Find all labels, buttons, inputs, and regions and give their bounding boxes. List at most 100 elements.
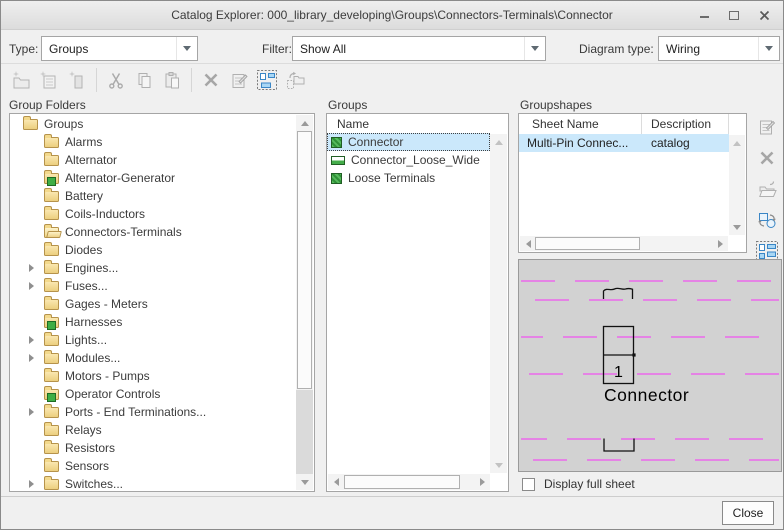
expander-icon[interactable] (29, 408, 34, 416)
scrollbar-thumb[interactable] (297, 131, 312, 389)
new-folder-icon (13, 71, 30, 89)
filter-label: Filter: (262, 42, 292, 56)
new-groupshape-button[interactable] (63, 67, 91, 93)
scroll-right-button[interactable] (474, 474, 490, 490)
scroll-down-button[interactable] (296, 474, 313, 490)
display-full-sheet-checkbox[interactable] (522, 477, 535, 491)
delete-icon (760, 151, 774, 165)
folder-badge-icon (44, 386, 59, 402)
display-groupshapes-toggle[interactable] (253, 67, 281, 93)
tree-item-alternator[interactable]: Alternator (10, 151, 296, 169)
column-header-description[interactable]: Description (642, 114, 729, 134)
maximize-button[interactable] (727, 8, 741, 22)
open-groupshape-button[interactable] (754, 177, 780, 201)
folder-icon (44, 440, 59, 454)
filter-dropdown-button[interactable] (524, 37, 545, 60)
scrollbar-thumb[interactable] (344, 475, 460, 489)
catalog-explorer-window: Catalog Explorer: 000_library_developing… (0, 0, 784, 530)
wiring-sheet-preview: 1 Connector (521, 280, 779, 461)
filter-combobox[interactable]: Show All (292, 36, 546, 61)
chevron-down-icon (765, 46, 773, 51)
groups-horizontal-scrollbar[interactable] (328, 474, 490, 490)
tree-item-coils-inductors[interactable]: Coils-Inductors (10, 205, 296, 223)
tree-item-connectors-terminals[interactable]: Connectors-Terminals (10, 223, 296, 241)
type-combobox[interactable]: Groups (41, 36, 198, 61)
close-window-button[interactable] (757, 8, 771, 22)
paste-button[interactable] (158, 67, 186, 93)
tree-item-fuses[interactable]: Fuses... (10, 277, 296, 295)
scroll-right-button[interactable] (712, 236, 728, 251)
groups-panel-label: Groups (328, 98, 368, 112)
type-dropdown-button[interactable] (176, 37, 197, 60)
edit-properties-button[interactable] (225, 67, 253, 93)
edit-groupshape-properties-button[interactable] (754, 115, 780, 139)
groupshapes-horizontal-scrollbar[interactable] (520, 236, 728, 251)
folder-badge-icon (44, 314, 59, 330)
tree-item-sensors[interactable]: Sensors (10, 457, 296, 475)
cut-button[interactable] (102, 67, 130, 93)
folder-icon (44, 404, 59, 418)
tree-item-motors-pumps[interactable]: Motors - Pumps (10, 367, 296, 385)
tree-item-engines[interactable]: Engines... (10, 259, 296, 277)
tree-item-alternator-generator[interactable]: Alternator-Generator (10, 169, 296, 187)
groups-column-header[interactable]: Name (327, 114, 508, 133)
groupshapes-vertical-scrollbar[interactable] (729, 135, 745, 235)
groupshape-row-multi-pin-connector[interactable]: Multi-Pin Connec... catalog (519, 134, 729, 152)
main-toolbar (1, 63, 783, 96)
delete-groupshape-button[interactable] (754, 146, 780, 170)
new-groupshape-icon (69, 71, 83, 89)
group-row-connector-loose-wide[interactable]: Connector_Loose_Wide (327, 151, 490, 169)
title-bar[interactable]: Catalog Explorer: 000_library_developing… (1, 1, 783, 30)
tree-item-lights[interactable]: Lights... (10, 331, 296, 349)
expander-icon[interactable] (29, 480, 34, 488)
folder-open-icon (44, 224, 59, 238)
tree-item-switches[interactable]: Switches... (10, 475, 296, 491)
toolbar-separator (191, 68, 192, 92)
scrollbar-thumb[interactable] (535, 237, 640, 250)
folder-icon (44, 278, 59, 292)
scroll-up-button[interactable] (729, 135, 745, 151)
expander-icon[interactable] (29, 354, 34, 362)
scroll-down-button[interactable] (729, 219, 745, 235)
group-row-loose-terminals[interactable]: Loose Terminals (327, 169, 490, 187)
tree-vertical-scrollbar[interactable] (296, 115, 313, 490)
scroll-down-button[interactable] (490, 457, 507, 473)
scroll-up-button[interactable] (296, 115, 313, 131)
column-header-sheet-name[interactable]: Sheet Name (519, 114, 642, 134)
group-row-connector[interactable]: Connector (327, 133, 490, 151)
scroll-up-button[interactable] (490, 134, 507, 150)
replace-groupshape-icon (758, 213, 776, 228)
replace-groupshape-button[interactable] (754, 208, 780, 232)
folder-icon (44, 458, 59, 472)
groups-vertical-scrollbar[interactable] (490, 134, 507, 473)
expander-icon[interactable] (29, 336, 34, 344)
tree-item-harnesses[interactable]: Harnesses (10, 313, 296, 331)
tree-item-resistors[interactable]: Resistors (10, 439, 296, 457)
expander-icon[interactable] (29, 282, 34, 290)
tree-item-groups[interactable]: Groups (10, 115, 296, 133)
groupshape-preview[interactable]: 1 Connector (518, 259, 782, 472)
new-folder-button[interactable] (7, 67, 35, 93)
tree-item-operator-controls[interactable]: Operator Controls (10, 385, 296, 403)
tree-item-ports-end-terminations[interactable]: Ports - End Terminations... (10, 403, 296, 421)
tree-item-relays[interactable]: Relays (10, 421, 296, 439)
scroll-left-button[interactable] (328, 474, 344, 490)
expander-icon[interactable] (29, 264, 34, 272)
tree-item-diodes[interactable]: Diodes (10, 241, 296, 259)
diagram-type-dropdown-button[interactable] (758, 37, 779, 60)
filter-value: Show All (300, 41, 347, 56)
new-group-button[interactable] (35, 67, 63, 93)
tree-item-gages-meters[interactable]: Gages - Meters (10, 295, 296, 313)
move-group-button[interactable] (281, 67, 309, 93)
minimize-button[interactable] (697, 8, 711, 22)
diagram-type-combobox[interactable]: Wiring (658, 36, 780, 61)
tree-item-modules[interactable]: Modules... (10, 349, 296, 367)
tree-item-alarms[interactable]: Alarms (10, 133, 296, 151)
copy-button[interactable] (130, 67, 158, 93)
chevron-down-icon (531, 46, 539, 51)
scroll-left-button[interactable] (520, 236, 536, 251)
tree-item-battery[interactable]: Battery (10, 187, 296, 205)
close-button[interactable]: Close (722, 501, 774, 525)
folder-badge-icon (44, 170, 59, 186)
delete-button[interactable] (197, 67, 225, 93)
